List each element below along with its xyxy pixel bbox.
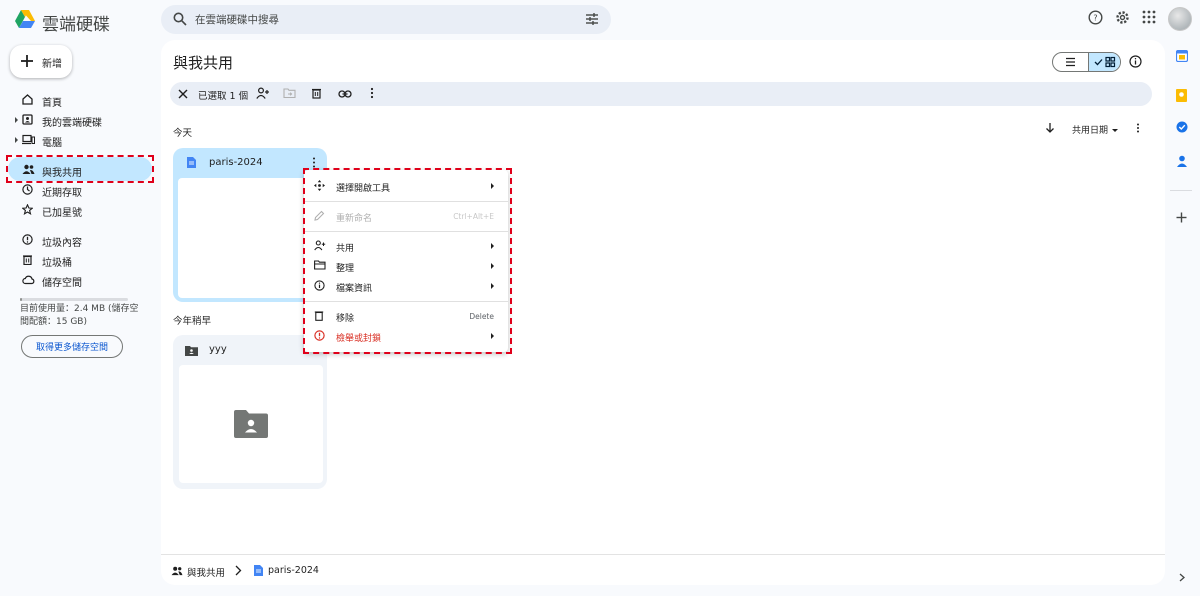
clear-selection-close-icon[interactable]	[178, 89, 188, 99]
sidebar-item-computers[interactable]: 電腦	[14, 130, 154, 150]
account-avatar[interactable]	[1168, 7, 1192, 31]
trash-icon	[22, 254, 33, 265]
share-person-add-icon[interactable]	[256, 87, 270, 100]
section-label-today: 今天	[173, 128, 193, 139]
sidebar-item-label: 垃圾桶	[42, 258, 72, 269]
more-actions-icon[interactable]	[370, 87, 374, 99]
highlight-annotation-box	[303, 168, 512, 354]
sidebar-item-label: 已加星號	[42, 208, 82, 219]
footer-divider	[161, 554, 1165, 555]
shared-folder-large-icon	[234, 410, 268, 438]
search-input[interactable]	[195, 5, 575, 34]
file-name: paris-2024	[209, 157, 263, 168]
sidebar-item-label: 首頁	[42, 98, 62, 109]
folder-card-yyy[interactable]: yyy	[173, 335, 327, 489]
expand-caret-icon[interactable]	[15, 117, 18, 123]
add-addon-plus-icon[interactable]	[1176, 212, 1187, 223]
google-doc-icon	[254, 565, 263, 576]
contacts-app-icon[interactable]	[1176, 155, 1188, 167]
storage-usage-bar	[20, 298, 128, 301]
dropdown-arrow-icon	[1112, 129, 1119, 132]
settings-gear-icon[interactable]	[1115, 10, 1130, 25]
sidebar-item-home[interactable]: 首頁	[14, 90, 154, 110]
drive-icon	[22, 114, 33, 125]
highlight-annotation-box	[6, 155, 154, 183]
new-button[interactable]: 新增	[10, 45, 72, 78]
search-bar[interactable]	[161, 5, 611, 34]
sidebar-item-trash[interactable]: 垃圾桶	[14, 250, 154, 270]
plus-icon	[20, 54, 34, 68]
details-info-icon[interactable]	[1129, 55, 1142, 68]
sort-by-dropdown[interactable]: 共用日期	[1072, 123, 1119, 136]
clock-icon	[22, 184, 33, 195]
cloud-icon	[22, 274, 35, 285]
page-title: 與我共用	[173, 54, 234, 72]
sort-direction-arrow-icon[interactable]	[1045, 122, 1055, 133]
search-icon[interactable]	[173, 12, 187, 26]
sidebar-item-label: 電腦	[42, 138, 62, 149]
computer-icon	[22, 134, 35, 145]
google-doc-icon	[187, 157, 196, 168]
breadcrumb-current-file[interactable]: paris-2024	[268, 565, 319, 576]
storage-usage-fill	[20, 298, 22, 301]
apps-grid-icon[interactable]	[1142, 10, 1156, 24]
file-thumbnail[interactable]	[178, 178, 322, 298]
star-icon	[22, 204, 33, 215]
move-folder-icon[interactable]	[283, 87, 296, 99]
new-button-label: 新增	[42, 59, 62, 70]
sidebar-item-label: 近期存取	[42, 188, 82, 199]
shared-icon	[171, 566, 183, 576]
sidebar-item-label: 垃圾內容	[42, 238, 82, 249]
sidebar-item-starred[interactable]: 已加星號	[14, 200, 154, 220]
copy-link-icon[interactable]	[338, 89, 352, 99]
section-label-earlier-this-year: 今年稍早	[173, 316, 212, 327]
selection-toolbar: 已選取 1 個	[170, 82, 1152, 106]
view-toggle	[1052, 52, 1121, 72]
delete-trash-icon[interactable]	[311, 87, 322, 99]
grid-view-button[interactable]	[1088, 53, 1120, 71]
calendar-app-icon[interactable]	[1176, 50, 1188, 62]
folder-thumbnail[interactable]	[179, 365, 323, 483]
rail-divider	[1170, 190, 1192, 191]
sidebar-item-label: 儲存空間	[42, 278, 82, 289]
search-options-icon[interactable]	[585, 12, 599, 26]
sidebar-item-storage[interactable]: 儲存空間	[14, 270, 154, 290]
drive-logo-icon[interactable]	[14, 8, 36, 30]
folder-name: yyy	[209, 344, 227, 355]
keep-app-icon[interactable]	[1176, 89, 1187, 102]
app-title[interactable]: 雲端硬碟	[42, 10, 110, 35]
sidebar-item-recent[interactable]: 近期存取	[14, 180, 154, 200]
show-side-panel-chevron-icon[interactable]	[1179, 573, 1185, 582]
sort-by-label: 共用日期	[1072, 126, 1109, 136]
home-icon	[22, 94, 33, 105]
spam-icon	[22, 234, 33, 245]
expand-caret-icon[interactable]	[15, 137, 18, 143]
shared-folder-icon	[185, 345, 198, 356]
sort-more-options-icon[interactable]	[1136, 123, 1140, 133]
sidebar-item-my-drive[interactable]: 我的雲端硬碟	[14, 110, 154, 130]
sidebar-item-label: 我的雲端硬碟	[42, 118, 102, 129]
help-icon[interactable]: ?	[1088, 10, 1103, 25]
breadcrumb-shared-with-me[interactable]: 與我共用	[187, 565, 225, 579]
selection-count: 已選取 1 個	[198, 91, 249, 102]
list-view-button[interactable]	[1053, 53, 1088, 71]
breadcrumb-chevron-icon	[234, 565, 242, 576]
get-more-storage-button[interactable]: 取得更多儲存空間	[21, 335, 123, 358]
sidebar-item-spam[interactable]: 垃圾內容	[14, 230, 154, 250]
storage-usage-text: 目前使用量：2.4 MB (儲存空間配額：15 GB)	[20, 304, 139, 327]
card-more-icon[interactable]	[312, 157, 316, 168]
tasks-app-icon[interactable]	[1176, 121, 1188, 133]
svg-text:?: ?	[1093, 14, 1097, 23]
